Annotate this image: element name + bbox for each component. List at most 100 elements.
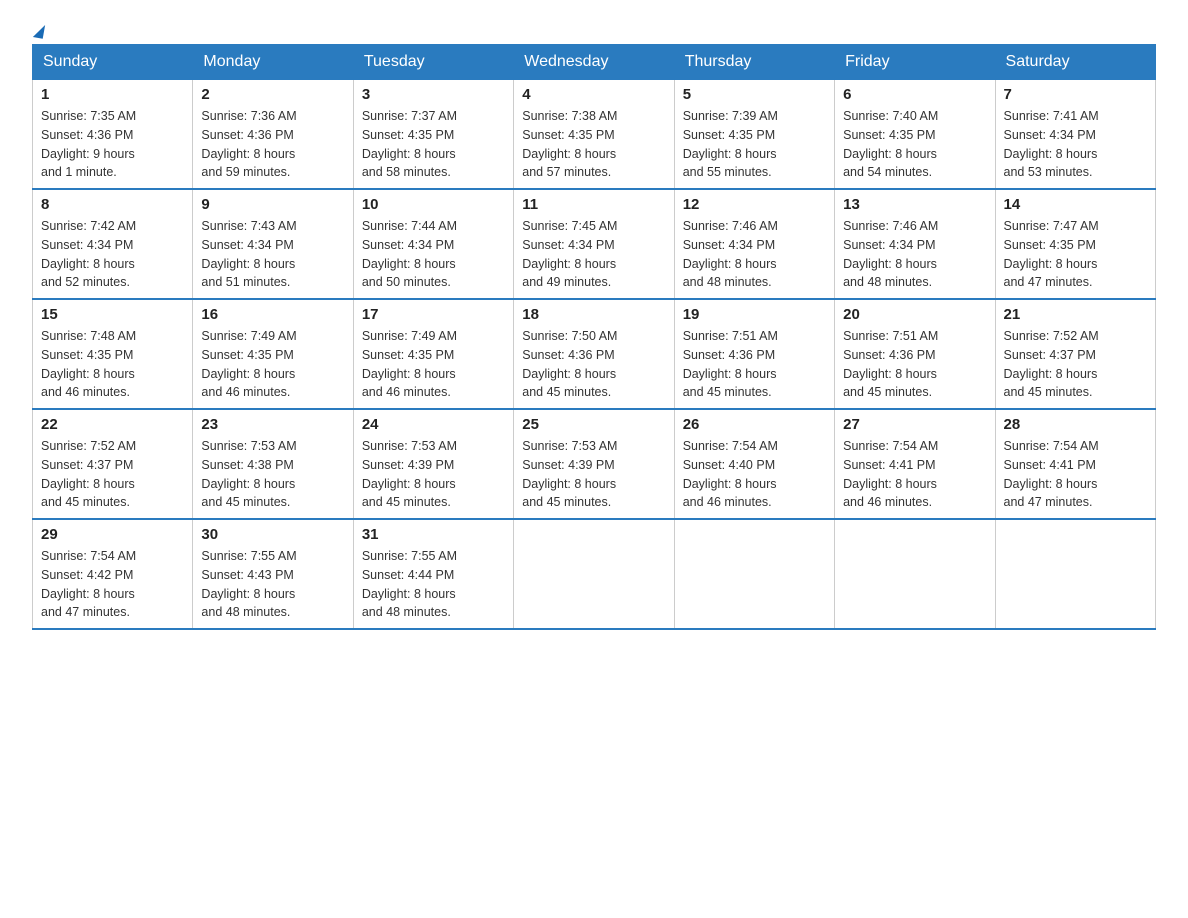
calendar-day-cell: 10 Sunrise: 7:44 AMSunset: 4:34 PMDaylig…	[353, 189, 513, 299]
calendar-day-cell: 28 Sunrise: 7:54 AMSunset: 4:41 PMDaylig…	[995, 409, 1155, 519]
day-info: Sunrise: 7:37 AMSunset: 4:35 PMDaylight:…	[362, 107, 505, 182]
calendar-day-cell	[514, 519, 674, 629]
day-info: Sunrise: 7:43 AMSunset: 4:34 PMDaylight:…	[201, 217, 344, 292]
calendar-day-cell: 31 Sunrise: 7:55 AMSunset: 4:44 PMDaylig…	[353, 519, 513, 629]
day-info: Sunrise: 7:44 AMSunset: 4:34 PMDaylight:…	[362, 217, 505, 292]
calendar-day-cell: 4 Sunrise: 7:38 AMSunset: 4:35 PMDayligh…	[514, 80, 674, 190]
day-info: Sunrise: 7:42 AMSunset: 4:34 PMDaylight:…	[41, 217, 184, 292]
day-number: 3	[362, 86, 505, 103]
calendar-day-cell: 14 Sunrise: 7:47 AMSunset: 4:35 PMDaylig…	[995, 189, 1155, 299]
calendar-day-cell: 29 Sunrise: 7:54 AMSunset: 4:42 PMDaylig…	[33, 519, 193, 629]
day-info: Sunrise: 7:52 AMSunset: 4:37 PMDaylight:…	[41, 437, 184, 512]
day-number: 30	[201, 526, 344, 543]
day-info: Sunrise: 7:40 AMSunset: 4:35 PMDaylight:…	[843, 107, 986, 182]
day-info: Sunrise: 7:47 AMSunset: 4:35 PMDaylight:…	[1004, 217, 1147, 292]
calendar-day-cell: 26 Sunrise: 7:54 AMSunset: 4:40 PMDaylig…	[674, 409, 834, 519]
day-number: 24	[362, 416, 505, 433]
day-number: 19	[683, 306, 826, 323]
day-header-sunday: Sunday	[33, 45, 193, 80]
day-info: Sunrise: 7:53 AMSunset: 4:39 PMDaylight:…	[522, 437, 665, 512]
logo	[32, 24, 44, 32]
calendar-day-cell: 12 Sunrise: 7:46 AMSunset: 4:34 PMDaylig…	[674, 189, 834, 299]
calendar-week-row: 1 Sunrise: 7:35 AMSunset: 4:36 PMDayligh…	[33, 80, 1156, 190]
day-number: 16	[201, 306, 344, 323]
day-header-friday: Friday	[835, 45, 995, 80]
day-header-monday: Monday	[193, 45, 353, 80]
calendar-week-row: 29 Sunrise: 7:54 AMSunset: 4:42 PMDaylig…	[33, 519, 1156, 629]
day-info: Sunrise: 7:53 AMSunset: 4:38 PMDaylight:…	[201, 437, 344, 512]
calendar-day-cell: 17 Sunrise: 7:49 AMSunset: 4:35 PMDaylig…	[353, 299, 513, 409]
calendar-day-cell: 19 Sunrise: 7:51 AMSunset: 4:36 PMDaylig…	[674, 299, 834, 409]
day-info: Sunrise: 7:41 AMSunset: 4:34 PMDaylight:…	[1004, 107, 1147, 182]
day-number: 13	[843, 196, 986, 213]
day-number: 23	[201, 416, 344, 433]
calendar-day-cell: 20 Sunrise: 7:51 AMSunset: 4:36 PMDaylig…	[835, 299, 995, 409]
day-number: 31	[362, 526, 505, 543]
day-header-wednesday: Wednesday	[514, 45, 674, 80]
day-number: 10	[362, 196, 505, 213]
calendar-day-cell: 1 Sunrise: 7:35 AMSunset: 4:36 PMDayligh…	[33, 80, 193, 190]
calendar-week-row: 15 Sunrise: 7:48 AMSunset: 4:35 PMDaylig…	[33, 299, 1156, 409]
day-number: 17	[362, 306, 505, 323]
day-info: Sunrise: 7:46 AMSunset: 4:34 PMDaylight:…	[843, 217, 986, 292]
day-number: 7	[1004, 86, 1147, 103]
calendar-day-cell: 11 Sunrise: 7:45 AMSunset: 4:34 PMDaylig…	[514, 189, 674, 299]
calendar-day-cell: 18 Sunrise: 7:50 AMSunset: 4:36 PMDaylig…	[514, 299, 674, 409]
day-info: Sunrise: 7:54 AMSunset: 4:42 PMDaylight:…	[41, 547, 184, 622]
day-info: Sunrise: 7:54 AMSunset: 4:40 PMDaylight:…	[683, 437, 826, 512]
calendar-day-cell: 25 Sunrise: 7:53 AMSunset: 4:39 PMDaylig…	[514, 409, 674, 519]
day-number: 28	[1004, 416, 1147, 433]
day-info: Sunrise: 7:36 AMSunset: 4:36 PMDaylight:…	[201, 107, 344, 182]
calendar-week-row: 8 Sunrise: 7:42 AMSunset: 4:34 PMDayligh…	[33, 189, 1156, 299]
day-number: 14	[1004, 196, 1147, 213]
day-number: 15	[41, 306, 184, 323]
calendar-day-cell: 3 Sunrise: 7:37 AMSunset: 4:35 PMDayligh…	[353, 80, 513, 190]
day-number: 6	[843, 86, 986, 103]
day-number: 20	[843, 306, 986, 323]
calendar-day-cell: 30 Sunrise: 7:55 AMSunset: 4:43 PMDaylig…	[193, 519, 353, 629]
day-number: 11	[522, 196, 665, 213]
day-number: 25	[522, 416, 665, 433]
day-info: Sunrise: 7:55 AMSunset: 4:44 PMDaylight:…	[362, 547, 505, 622]
calendar-day-cell: 24 Sunrise: 7:53 AMSunset: 4:39 PMDaylig…	[353, 409, 513, 519]
day-info: Sunrise: 7:38 AMSunset: 4:35 PMDaylight:…	[522, 107, 665, 182]
day-info: Sunrise: 7:45 AMSunset: 4:34 PMDaylight:…	[522, 217, 665, 292]
calendar-day-cell: 8 Sunrise: 7:42 AMSunset: 4:34 PMDayligh…	[33, 189, 193, 299]
calendar-day-cell	[674, 519, 834, 629]
calendar-table: SundayMondayTuesdayWednesdayThursdayFrid…	[32, 44, 1156, 630]
day-info: Sunrise: 7:50 AMSunset: 4:36 PMDaylight:…	[522, 327, 665, 402]
day-number: 18	[522, 306, 665, 323]
day-number: 12	[683, 196, 826, 213]
day-number: 5	[683, 86, 826, 103]
day-number: 8	[41, 196, 184, 213]
day-number: 29	[41, 526, 184, 543]
day-info: Sunrise: 7:48 AMSunset: 4:35 PMDaylight:…	[41, 327, 184, 402]
calendar-day-cell: 16 Sunrise: 7:49 AMSunset: 4:35 PMDaylig…	[193, 299, 353, 409]
calendar-day-cell: 27 Sunrise: 7:54 AMSunset: 4:41 PMDaylig…	[835, 409, 995, 519]
day-info: Sunrise: 7:35 AMSunset: 4:36 PMDaylight:…	[41, 107, 184, 182]
day-number: 2	[201, 86, 344, 103]
day-info: Sunrise: 7:49 AMSunset: 4:35 PMDaylight:…	[201, 327, 344, 402]
day-number: 9	[201, 196, 344, 213]
calendar-day-cell: 21 Sunrise: 7:52 AMSunset: 4:37 PMDaylig…	[995, 299, 1155, 409]
calendar-day-cell	[995, 519, 1155, 629]
day-header-tuesday: Tuesday	[353, 45, 513, 80]
logo-triangle-icon	[33, 23, 45, 39]
day-number: 22	[41, 416, 184, 433]
day-info: Sunrise: 7:51 AMSunset: 4:36 PMDaylight:…	[683, 327, 826, 402]
day-info: Sunrise: 7:55 AMSunset: 4:43 PMDaylight:…	[201, 547, 344, 622]
day-info: Sunrise: 7:54 AMSunset: 4:41 PMDaylight:…	[843, 437, 986, 512]
calendar-day-cell: 6 Sunrise: 7:40 AMSunset: 4:35 PMDayligh…	[835, 80, 995, 190]
day-number: 1	[41, 86, 184, 103]
calendar-day-cell: 15 Sunrise: 7:48 AMSunset: 4:35 PMDaylig…	[33, 299, 193, 409]
page-header	[32, 24, 1156, 32]
calendar-week-row: 22 Sunrise: 7:52 AMSunset: 4:37 PMDaylig…	[33, 409, 1156, 519]
day-info: Sunrise: 7:54 AMSunset: 4:41 PMDaylight:…	[1004, 437, 1147, 512]
calendar-day-cell: 5 Sunrise: 7:39 AMSunset: 4:35 PMDayligh…	[674, 80, 834, 190]
calendar-day-cell: 7 Sunrise: 7:41 AMSunset: 4:34 PMDayligh…	[995, 80, 1155, 190]
day-number: 21	[1004, 306, 1147, 323]
calendar-day-cell	[835, 519, 995, 629]
day-info: Sunrise: 7:51 AMSunset: 4:36 PMDaylight:…	[843, 327, 986, 402]
calendar-day-cell: 9 Sunrise: 7:43 AMSunset: 4:34 PMDayligh…	[193, 189, 353, 299]
calendar-day-cell: 22 Sunrise: 7:52 AMSunset: 4:37 PMDaylig…	[33, 409, 193, 519]
